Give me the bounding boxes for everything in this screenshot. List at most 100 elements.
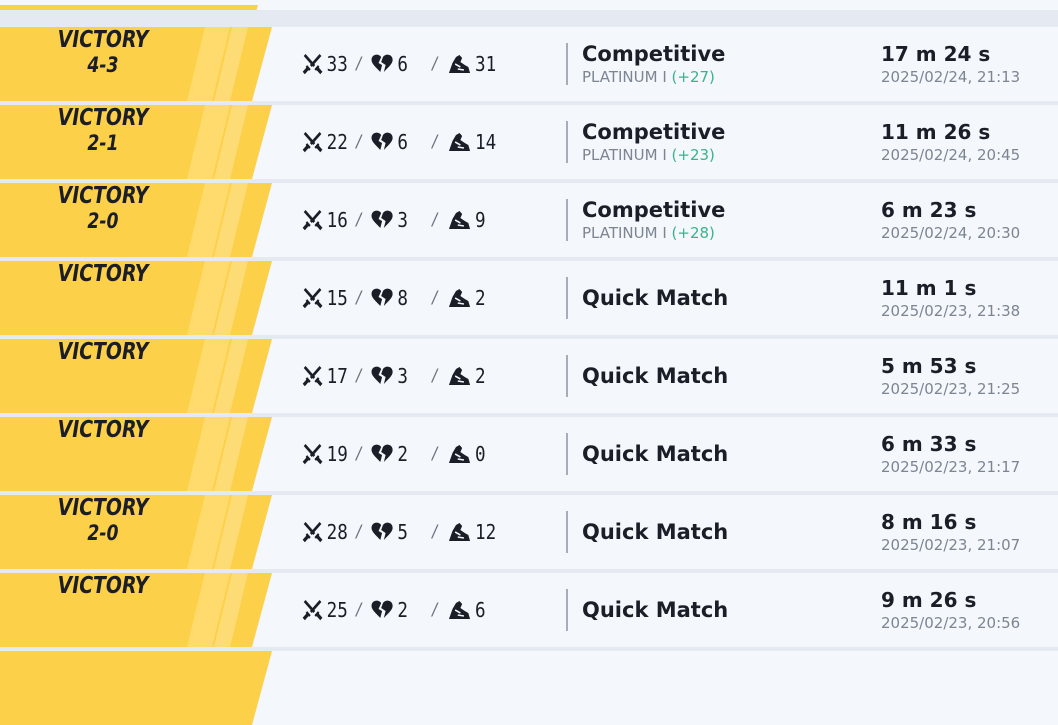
kills-value: 16 bbox=[326, 208, 348, 232]
helping-hands-icon bbox=[448, 523, 470, 541]
crossed-swords-icon bbox=[302, 443, 323, 465]
game-mode: Quick Match bbox=[582, 286, 729, 310]
match-row[interactable]: VICTORY 2-0 28 / 5 / 12 Quick Match 8 m … bbox=[0, 495, 1058, 569]
helping-hands-icon bbox=[448, 289, 470, 307]
match-duration: 11 m 1 s bbox=[881, 276, 977, 300]
match-row[interactable]: VICTORY 15 / 8 / 2 Quick Match 11 m 1 s … bbox=[0, 261, 1058, 335]
crossed-swords-icon bbox=[302, 131, 323, 153]
crossed-swords-icon bbox=[302, 521, 323, 543]
kills-value: 28 bbox=[326, 520, 348, 544]
victory-banner-partial bbox=[0, 651, 272, 725]
match-row[interactable]: VICTORY 17 / 3 / 2 Quick Match 5 m 53 s … bbox=[0, 339, 1058, 413]
stat-separator: / bbox=[354, 210, 364, 230]
kills-value: 25 bbox=[326, 598, 348, 622]
helping-hands-icon bbox=[448, 55, 470, 73]
victory-banner: VICTORY 2-0 bbox=[0, 183, 272, 257]
assists-value: 0 bbox=[475, 442, 486, 466]
rank-delta: (+23) bbox=[671, 146, 715, 164]
deaths-value: 6 bbox=[397, 52, 408, 76]
broken-heart-icon bbox=[371, 444, 393, 462]
match-row-partial[interactable] bbox=[0, 0, 1058, 10]
column-divider bbox=[566, 511, 568, 553]
column-divider bbox=[566, 199, 568, 241]
kda-stats: 28 / 5 / 12 bbox=[302, 495, 496, 569]
match-row[interactable]: VICTORY 25 / 2 / 6 Quick Match 9 m 26 s … bbox=[0, 573, 1058, 647]
rank-info: PLATINUM I (+23) bbox=[582, 145, 725, 165]
deaths-value: 2 bbox=[397, 598, 408, 622]
result-label: VICTORY bbox=[57, 261, 149, 287]
match-row-partial[interactable] bbox=[0, 651, 1058, 725]
rank-label: PLATINUM I bbox=[582, 68, 667, 86]
crossed-swords-icon bbox=[302, 209, 323, 231]
kills-value: 17 bbox=[326, 364, 348, 388]
rank-info: PLATINUM I (+27) bbox=[582, 67, 725, 87]
match-score: 2-0 bbox=[87, 521, 119, 545]
match-score: 2-0 bbox=[87, 209, 119, 233]
crossed-swords-icon bbox=[302, 599, 323, 621]
match-duration: 17 m 24 s bbox=[881, 42, 991, 66]
match-row[interactable]: VICTORY 2-1 22 / 6 / 14 Competitive PLAT… bbox=[0, 105, 1058, 179]
deaths-value: 3 bbox=[397, 208, 408, 232]
result-label: VICTORY bbox=[57, 339, 149, 365]
deaths-value: 3 bbox=[397, 364, 408, 388]
broken-heart-icon bbox=[371, 600, 393, 618]
match-duration: 6 m 33 s bbox=[881, 432, 977, 456]
match-date: 2025/02/23, 21:17 bbox=[881, 458, 1021, 476]
stat-separator: / bbox=[430, 444, 440, 464]
match-row[interactable]: VICTORY 19 / 2 / 0 Quick Match 6 m 33 s … bbox=[0, 417, 1058, 491]
match-date: 2025/02/23, 21:07 bbox=[881, 536, 1021, 554]
stat-separator: / bbox=[430, 522, 440, 542]
crossed-swords-icon bbox=[302, 53, 323, 75]
stat-separator: / bbox=[430, 132, 440, 152]
victory-banner: VICTORY 2-0 bbox=[0, 495, 272, 569]
victory-banner: VICTORY 4-3 bbox=[0, 27, 272, 101]
broken-heart-icon bbox=[371, 522, 393, 540]
match-duration: 8 m 16 s bbox=[881, 510, 977, 534]
broken-heart-icon bbox=[371, 132, 393, 150]
kda-stats: 33 / 6 / 31 bbox=[302, 27, 496, 101]
stat-separator: / bbox=[430, 210, 440, 230]
kills-value: 19 bbox=[326, 442, 348, 466]
stat-separator: / bbox=[354, 54, 364, 74]
kda-stats: 19 / 2 / 0 bbox=[302, 417, 486, 491]
column-divider bbox=[566, 43, 568, 85]
rank-delta: (+28) bbox=[671, 224, 715, 242]
assists-value: 31 bbox=[475, 52, 497, 76]
helping-hands-icon bbox=[448, 601, 470, 619]
deaths-value: 2 bbox=[397, 442, 408, 466]
stat-separator: / bbox=[354, 366, 364, 386]
column-divider bbox=[566, 121, 568, 163]
deaths-value: 8 bbox=[397, 286, 408, 310]
match-date: 2025/02/24, 20:45 bbox=[881, 146, 1021, 164]
kills-value: 15 bbox=[326, 286, 348, 310]
match-duration: 11 m 26 s bbox=[881, 120, 991, 144]
result-label: VICTORY bbox=[57, 183, 149, 209]
match-duration: 5 m 53 s bbox=[881, 354, 977, 378]
stat-separator: / bbox=[430, 600, 440, 620]
victory-banner: VICTORY bbox=[0, 573, 272, 647]
victory-banner-partial bbox=[0, 5, 258, 10]
helping-hands-icon bbox=[448, 211, 470, 229]
match-date: 2025/02/23, 21:38 bbox=[881, 302, 1021, 320]
match-date: 2025/02/23, 20:56 bbox=[881, 614, 1021, 632]
rank-delta: (+27) bbox=[671, 68, 715, 86]
victory-banner: VICTORY bbox=[0, 261, 272, 335]
crossed-swords-icon bbox=[302, 287, 323, 309]
result-label: VICTORY bbox=[57, 495, 149, 521]
victory-banner: VICTORY bbox=[0, 339, 272, 413]
crossed-swords-icon bbox=[302, 365, 323, 387]
match-duration: 6 m 23 s bbox=[881, 198, 977, 222]
assists-value: 2 bbox=[475, 364, 486, 388]
victory-banner: VICTORY bbox=[0, 417, 272, 491]
kills-value: 22 bbox=[326, 130, 348, 154]
column-divider bbox=[566, 433, 568, 475]
match-score: 2-1 bbox=[87, 131, 119, 155]
game-mode: Quick Match bbox=[582, 520, 729, 544]
match-row[interactable]: VICTORY 4-3 33 / 6 / 31 Competitive PLAT… bbox=[0, 27, 1058, 101]
rank-info: PLATINUM I (+28) bbox=[582, 223, 725, 243]
stat-separator: / bbox=[354, 522, 364, 542]
stat-separator: / bbox=[354, 132, 364, 152]
rank-label: PLATINUM I bbox=[582, 146, 667, 164]
match-row[interactable]: VICTORY 2-0 16 / 3 / 9 Competitive PLATI… bbox=[0, 183, 1058, 257]
game-mode: Quick Match bbox=[582, 364, 729, 388]
